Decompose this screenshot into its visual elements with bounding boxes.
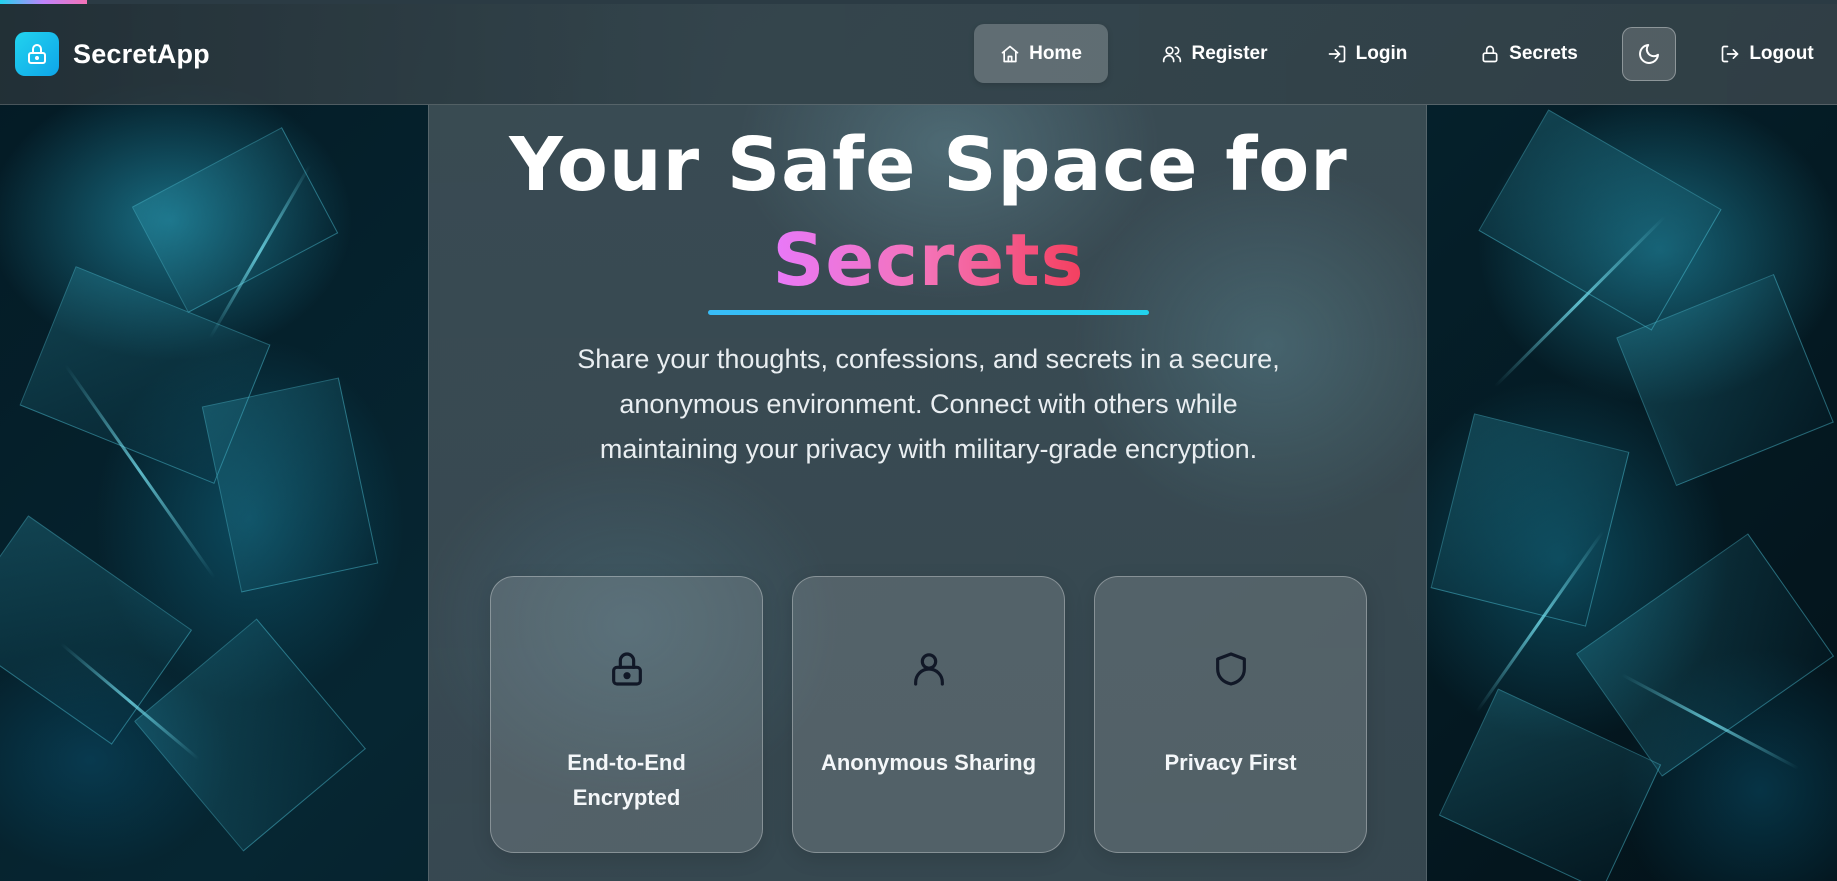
background-shard bbox=[1430, 413, 1630, 627]
hero-highlight-text: Secrets bbox=[772, 218, 1085, 302]
feature-title: Anonymous Sharing bbox=[820, 750, 1037, 775]
hero-description: Share your thoughts, confessions, and se… bbox=[577, 344, 1280, 464]
hero-underline bbox=[708, 310, 1149, 315]
user-icon bbox=[913, 653, 944, 686]
theme-toggle-button[interactable] bbox=[1622, 27, 1676, 81]
nav-register[interactable]: Register bbox=[1140, 24, 1290, 83]
hero-title-highlight: Secrets bbox=[429, 218, 1428, 302]
nav-secrets-label: Secrets bbox=[1509, 42, 1578, 64]
nav-login-label: Login bbox=[1355, 42, 1408, 64]
lock-icon bbox=[28, 44, 46, 64]
nav-logout[interactable]: Logout bbox=[1712, 24, 1822, 83]
brand-badge bbox=[15, 32, 59, 76]
shield-icon bbox=[1215, 652, 1246, 686]
users-icon bbox=[1163, 46, 1182, 62]
background-shard bbox=[1575, 533, 1835, 777]
background-shard bbox=[131, 127, 339, 313]
background-shard bbox=[1478, 109, 1722, 331]
moon-icon bbox=[1639, 44, 1659, 64]
page-loader-progress bbox=[0, 0, 87, 4]
logout-icon bbox=[1721, 45, 1739, 62]
home-icon bbox=[1001, 45, 1019, 62]
brand-name: SecretApp bbox=[73, 38, 210, 69]
lock-icon bbox=[611, 652, 642, 686]
lock-icon bbox=[1482, 45, 1498, 62]
feature-card-anonymous: Anonymous Sharing bbox=[792, 576, 1065, 853]
hero-title: Your Safe Space for bbox=[509, 122, 1348, 208]
feature-title: Privacy First bbox=[1164, 750, 1297, 775]
nav-logout-label: Logout bbox=[1749, 42, 1814, 64]
feature-card-privacy: Privacy First bbox=[1094, 576, 1367, 853]
top-navbar: SecretApp Home Register Login Secrets Lo… bbox=[0, 4, 1837, 105]
page-loader-bar bbox=[0, 0, 1837, 4]
brand-logo-link[interactable]: SecretApp bbox=[15, 32, 210, 76]
feature-title: End-to-End Encrypted bbox=[567, 750, 686, 810]
hero-panel: Your Safe Space for Secrets Share your t… bbox=[428, 105, 1427, 881]
login-icon bbox=[1328, 45, 1345, 62]
nav-register-label: Register bbox=[1191, 42, 1268, 64]
nav-login[interactable]: Login bbox=[1316, 24, 1418, 83]
feature-card-encryption: End-to-End Encrypted bbox=[490, 576, 763, 853]
nav-secrets[interactable]: Secrets bbox=[1468, 24, 1590, 83]
nav-home[interactable]: Home bbox=[974, 24, 1108, 83]
background-shard bbox=[201, 377, 379, 593]
nav-home-label: Home bbox=[1029, 42, 1082, 64]
